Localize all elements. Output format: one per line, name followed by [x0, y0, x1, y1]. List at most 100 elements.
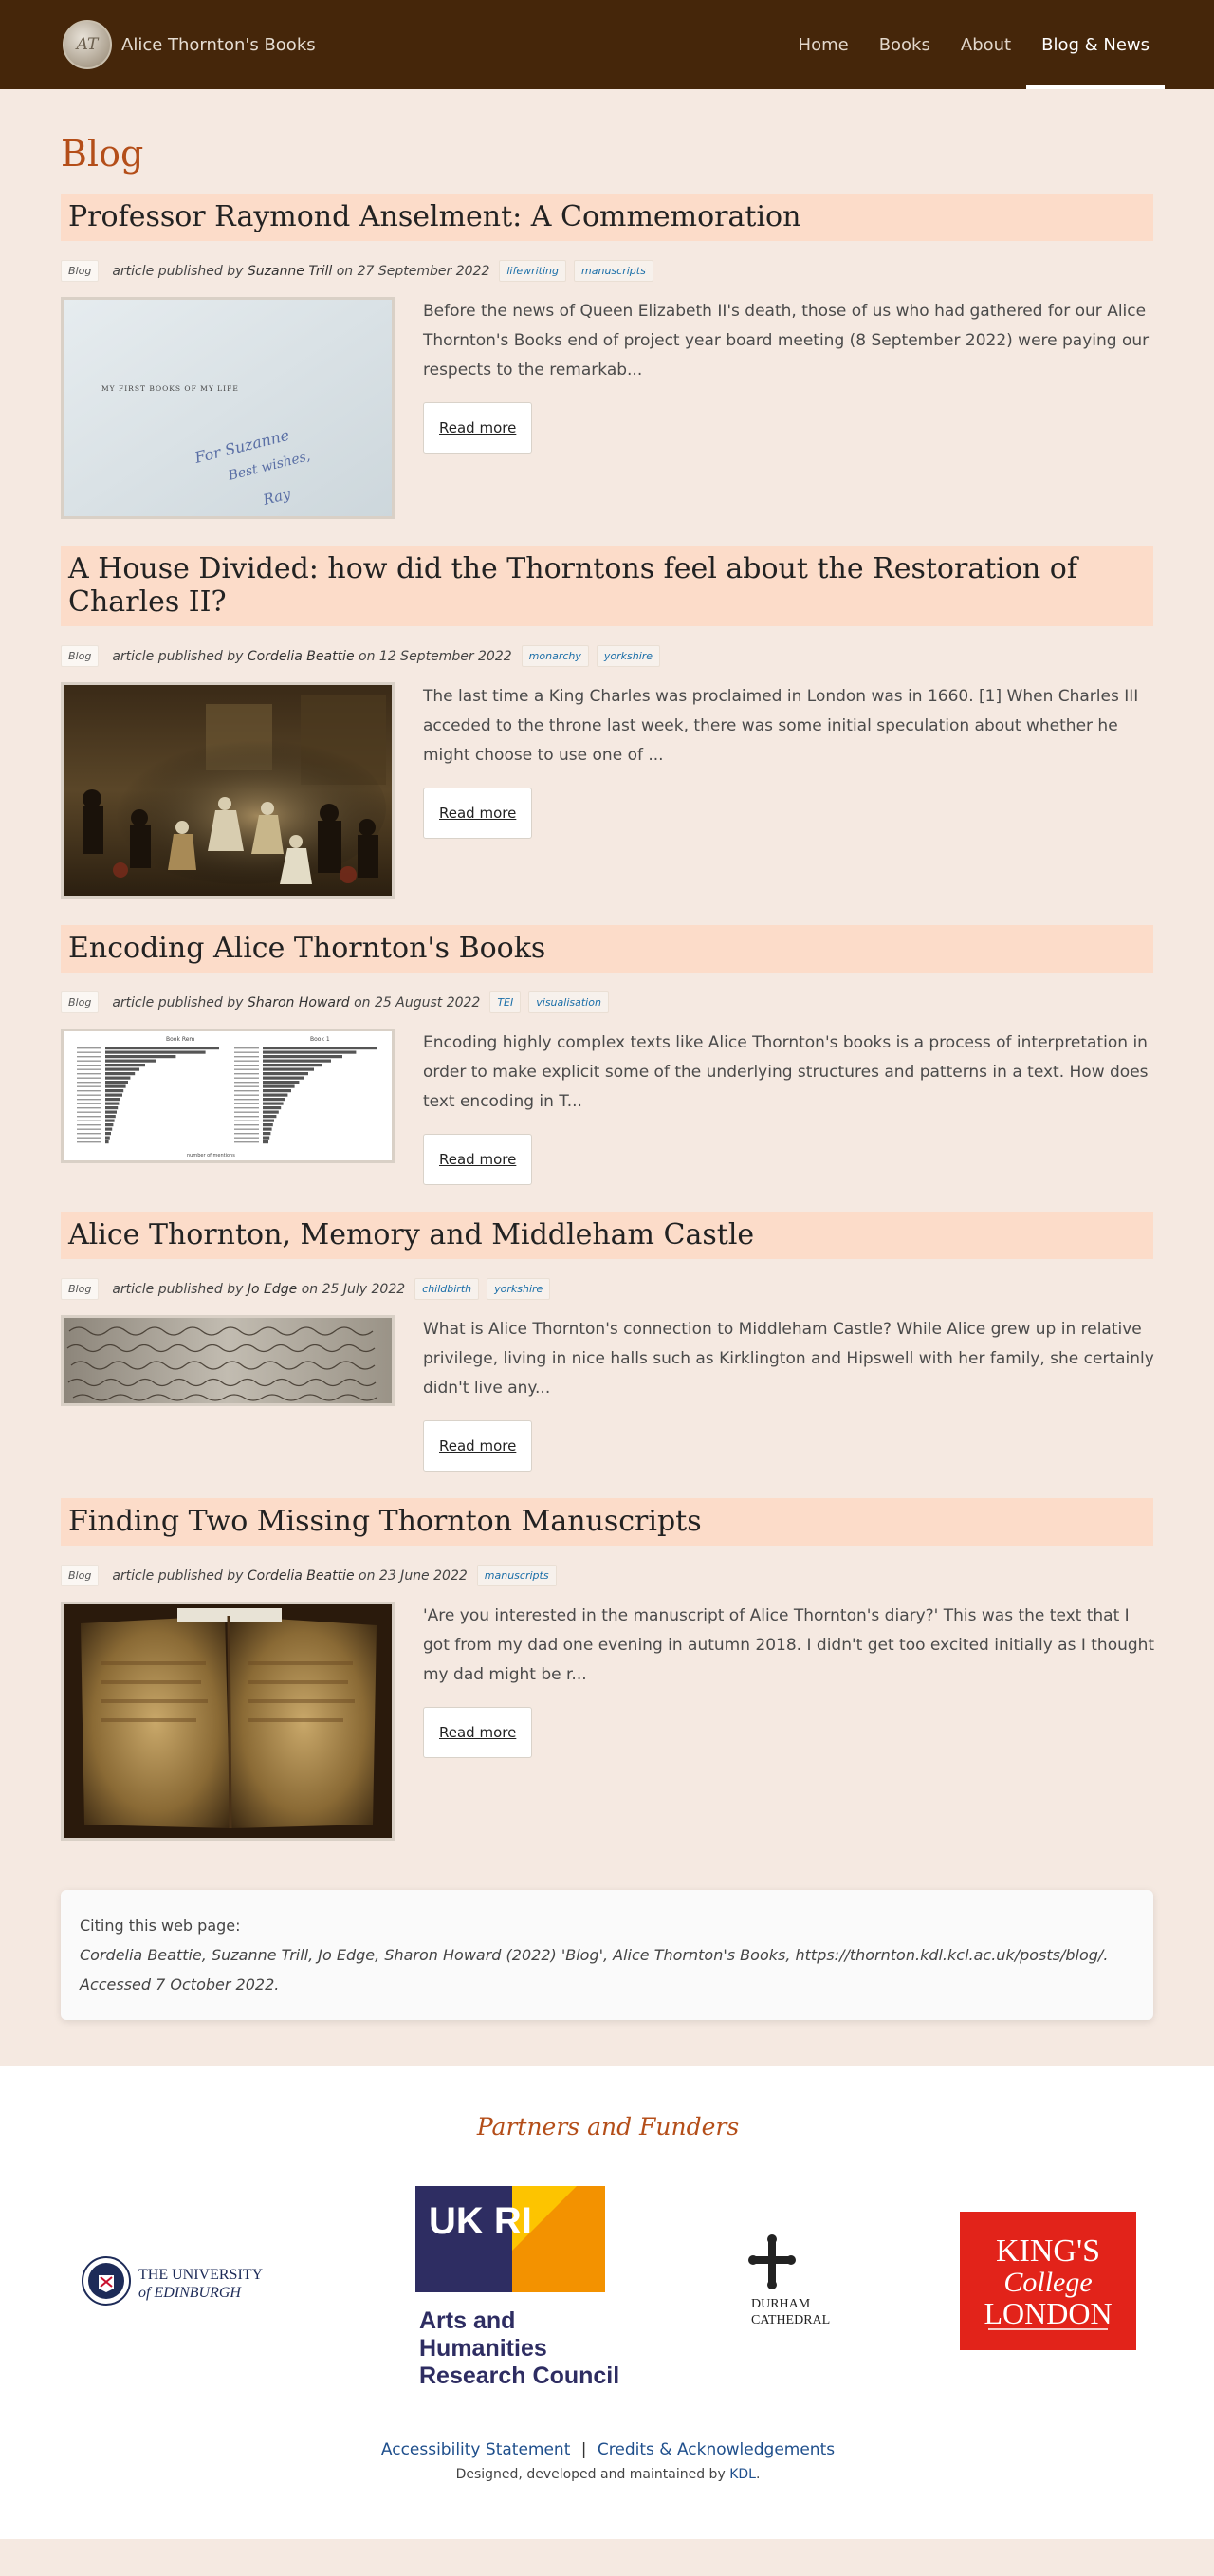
footer-credit: Designed, developed and maintained by KD… — [455, 2467, 761, 2482]
post-byline: article published by Cordelia Beattie on… — [112, 648, 512, 664]
citation-box: Citing this web page: Cordelia Beattie, … — [61, 1890, 1153, 2020]
site-header: AT Alice Thornton's Books Home Books Abo… — [0, 0, 1214, 89]
post-author: Cordelia Beattie — [247, 648, 355, 664]
post-title[interactable]: Professor Raymond Anselment: A Commemora… — [61, 194, 1153, 241]
svg-text:MY FIRST BOOKS OF MY LIFE: MY FIRST BOOKS OF MY LIFE — [101, 384, 239, 393]
read-more-button[interactable]: Read more — [423, 1707, 533, 1758]
partner-logo-ukri-ahrc[interactable]: UK RI Arts and Humanities Research Counc… — [415, 2177, 639, 2389]
post-byline: article published by Suzanne Trill on 27… — [112, 263, 490, 279]
footer-link-separator: | — [580, 2440, 587, 2459]
post-date: 23 June 2022 — [378, 1567, 468, 1584]
site-footer: Partners and Funders THE UNIVERSITY of E… — [0, 2066, 1214, 2539]
category-badge[interactable]: Blog — [61, 645, 100, 667]
credits-link[interactable]: Credits & Acknowledgements — [598, 2440, 835, 2459]
svg-text:of EDINBURGH: of EDINBURGH — [138, 2285, 242, 2301]
tag-badge[interactable]: yorkshire — [596, 645, 661, 667]
post-meta: Blog article published by Cordelia Beatt… — [61, 645, 1155, 667]
category-badge[interactable]: Blog — [61, 260, 100, 282]
read-more-button[interactable]: Read more — [423, 402, 533, 454]
svg-text:Book 1: Book 1 — [310, 1036, 330, 1043]
tag-badge[interactable]: yorkshire — [487, 1278, 551, 1300]
category-badge[interactable]: Blog — [61, 1278, 100, 1300]
post-thumbnail-manuscript[interactable] — [61, 1315, 395, 1406]
post-thumbnail-book[interactable] — [61, 1602, 395, 1841]
footer-links: Accessibility Statement | Credits & Ackn… — [61, 2440, 1155, 2459]
tag-badge[interactable]: manuscripts — [476, 1565, 557, 1586]
post-title[interactable]: Alice Thornton, Memory and Middleham Cas… — [61, 1212, 1153, 1259]
svg-text:CATHEDRAL: CATHEDRAL — [751, 2313, 830, 2327]
nav-about[interactable]: About — [946, 0, 1026, 89]
read-more-button[interactable]: Read more — [423, 1420, 533, 1472]
blog-post: A House Divided: how did the Thorntons f… — [61, 546, 1155, 899]
post-author: Sharon Howard — [247, 994, 350, 1010]
post-thumbnail-inscription[interactable]: MY FIRST BOOKS OF MY LIFE For Suzanne Be… — [61, 297, 395, 519]
svg-text:Book Rem: Book Rem — [166, 1036, 194, 1043]
post-date: 25 August 2022 — [374, 994, 481, 1010]
partner-logo-durham-cathedral[interactable]: DURHAM CATHEDRAL — [747, 2233, 852, 2332]
svg-text:DURHAM: DURHAM — [751, 2297, 811, 2311]
post-meta: Blog article published by Jo Edge on 25 … — [61, 1278, 1155, 1300]
accessibility-statement-link[interactable]: Accessibility Statement — [381, 2440, 570, 2459]
citation-text: Cordelia Beattie, Suzanne Trill, Jo Edge… — [80, 1946, 1109, 1993]
post-excerpt: Encoding highly complex texts like Alice… — [423, 1033, 1149, 1111]
citation-label: Citing this web page: — [80, 1917, 241, 1935]
post-title[interactable]: A House Divided: how did the Thorntons f… — [61, 546, 1153, 626]
svg-text:number of mentions: number of mentions — [187, 1153, 235, 1158]
tag-badge[interactable]: childbirth — [414, 1278, 480, 1300]
post-title[interactable]: Finding Two Missing Thornton Manuscripts — [61, 1498, 1153, 1546]
post-meta: Blog article published by Sharon Howard … — [61, 991, 1155, 1013]
svg-text:Arts and: Arts and — [419, 2307, 515, 2334]
post-author: Suzanne Trill — [247, 263, 333, 279]
post-excerpt: The last time a King Charles was proclai… — [423, 687, 1139, 765]
post-byline: article published by Jo Edge on 25 July … — [112, 1281, 406, 1297]
read-more-button[interactable]: Read more — [423, 788, 533, 839]
tag-badge[interactable]: visualisation — [528, 991, 609, 1013]
kdl-link[interactable]: KDL — [729, 2467, 756, 2482]
post-date: 27 September 2022 — [357, 263, 490, 279]
post-excerpt: 'Are you interested in the manuscript of… — [423, 1606, 1155, 1684]
partner-logo-edinburgh[interactable]: THE UNIVERSITY of EDINBURGH — [80, 2252, 307, 2313]
post-author: Cordelia Beattie — [247, 1567, 355, 1584]
partner-logo-kings-college-london[interactable]: KING'S College LONDON — [960, 2212, 1136, 2354]
svg-text:Humanities: Humanities — [419, 2335, 547, 2362]
post-byline: article published by Sharon Howard on 25… — [112, 994, 481, 1010]
svg-text:College: College — [1003, 2267, 1092, 2298]
partner-logos: THE UNIVERSITY of EDINBURGH UK RI Arts a… — [61, 2177, 1155, 2389]
nav-home[interactable]: Home — [783, 0, 864, 89]
site-name: Alice Thornton's Books — [121, 34, 316, 55]
blog-post: Professor Raymond Anselment: A Commemora… — [61, 194, 1155, 519]
site-brand-link[interactable]: AT Alice Thornton's Books — [63, 20, 316, 69]
svg-text:UK RI: UK RI — [429, 2200, 532, 2242]
post-date: 25 July 2022 — [322, 1281, 406, 1297]
read-more-button[interactable]: Read more — [423, 1134, 533, 1185]
post-date: 12 September 2022 — [378, 648, 512, 664]
tag-badge[interactable]: monarchy — [521, 645, 589, 667]
page-title: Blog — [61, 133, 144, 175]
blog-post: Finding Two Missing Thornton Manuscripts… — [61, 1498, 1155, 1841]
blog-post: Alice Thornton, Memory and Middleham Cas… — [61, 1212, 1155, 1472]
svg-text:LONDON: LONDON — [984, 2296, 1112, 2330]
blog-post: Encoding Alice Thornton's Books Blog art… — [61, 925, 1155, 1185]
nav-blog-news[interactable]: Blog & News — [1026, 0, 1165, 89]
tag-badge[interactable]: manuscripts — [574, 260, 653, 282]
partners-title: Partners and Funders — [476, 2113, 740, 2140]
category-badge[interactable]: Blog — [61, 1565, 100, 1586]
site-logo-icon: AT — [63, 20, 112, 69]
post-title[interactable]: Encoding Alice Thornton's Books — [61, 925, 1153, 973]
svg-text:KING'S: KING'S — [996, 2233, 1100, 2269]
post-thumbnail-chart[interactable]: Book Rem Book 1 number of mentions — [61, 1029, 395, 1163]
post-excerpt: What is Alice Thornton's connection to M… — [423, 1320, 1154, 1398]
tag-badge[interactable]: lifewriting — [499, 260, 567, 282]
category-badge[interactable]: Blog — [61, 991, 100, 1013]
svg-text:Research Council: Research Council — [419, 2363, 619, 2385]
post-byline: article published by Cordelia Beattie on… — [112, 1567, 468, 1584]
tag-badge[interactable]: TEI — [489, 991, 522, 1013]
post-meta: Blog article published by Cordelia Beatt… — [61, 1565, 1155, 1586]
post-thumbnail-painting[interactable] — [61, 682, 395, 899]
svg-text:THE UNIVERSITY: THE UNIVERSITY — [138, 2267, 264, 2283]
main-nav: Home Books About Blog & News — [783, 0, 1165, 89]
post-excerpt: Before the news of Queen Elizabeth II's … — [423, 302, 1150, 380]
nav-books[interactable]: Books — [864, 0, 946, 89]
post-author: Jo Edge — [247, 1281, 298, 1297]
post-meta: Blog article published by Suzanne Trill … — [61, 260, 1155, 282]
